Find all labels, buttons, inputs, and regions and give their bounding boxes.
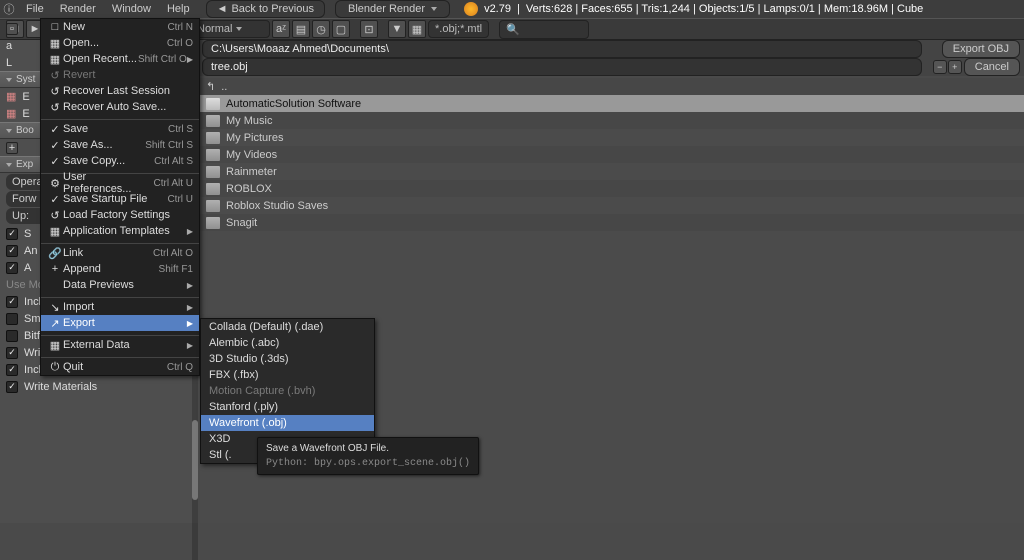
file-menu-item[interactable]: Data Previews▶ — [41, 277, 199, 293]
folder-icon — [206, 132, 220, 144]
folder-row[interactable]: My Videos — [200, 146, 1024, 163]
export-option-row: ✓Write Materials — [0, 378, 198, 395]
blender-icon — [464, 2, 478, 16]
renderer-label: Blender Render — [348, 3, 425, 15]
display-mode-label: Normal — [197, 23, 232, 35]
sort-alpha-button[interactable]: aᶻ — [272, 20, 290, 38]
folder-icon — [206, 200, 220, 212]
folder-row[interactable]: My Music — [200, 112, 1024, 129]
export-menu-item[interactable]: Wavefront (.obj) — [201, 415, 374, 431]
checkbox[interactable]: ✓ — [6, 364, 18, 376]
folder-row[interactable]: ↰.. — [200, 78, 1024, 95]
back-label: Back to Previous — [231, 3, 314, 15]
menu-render[interactable]: Render — [52, 0, 104, 18]
display-mode-dropdown[interactable]: Normal — [190, 20, 270, 38]
file-filter-field[interactable]: *.obj;*.mtl — [428, 20, 489, 38]
filename-input[interactable]: tree.obj — [202, 58, 922, 76]
file-menu-dropdown: □NewCtrl N▦Open...Ctrl O▦Open Recent...S… — [40, 18, 200, 376]
tooltip: Save a Wavefront OBJ File. Python: bpy.o… — [257, 437, 479, 475]
checkbox[interactable]: ✓ — [6, 381, 18, 393]
info-icon[interactable]: ⓘ — [0, 0, 18, 18]
chevron-down-icon — [431, 7, 437, 11]
directory-path-input[interactable]: C:\Users\Moaaz Ahmed\Documents\ — [202, 40, 922, 58]
folder-icon — [206, 183, 220, 195]
file-menu-item[interactable]: ✓SaveCtrl S — [41, 121, 199, 137]
checkbox[interactable] — [6, 330, 18, 342]
file-menu-item[interactable]: ✓Save Startup FileCtrl U — [41, 191, 199, 207]
folder-icon — [206, 217, 220, 229]
filter-button[interactable]: ▼ — [388, 20, 406, 38]
export-menu-item[interactable]: Alembic (.abc) — [201, 335, 374, 351]
checkbox[interactable]: ✓ — [6, 347, 18, 359]
menu-window[interactable]: Window — [104, 0, 159, 18]
version-label: v2.79 — [484, 3, 511, 15]
file-menu-item[interactable]: ↘Import▶ — [41, 299, 199, 315]
folder-icon — [206, 149, 220, 161]
cancel-button[interactable]: Cancel — [964, 58, 1020, 76]
back-icon: ◄ — [217, 3, 228, 15]
checkbox[interactable]: ✓ — [6, 296, 18, 308]
increment-button[interactable]: + — [948, 60, 962, 74]
sort-size-button[interactable]: ▢ — [332, 20, 350, 38]
decrement-button[interactable]: − — [933, 60, 947, 74]
file-menu-item[interactable]: □NewCtrl N — [41, 19, 199, 35]
filter-folder-button[interactable]: ▦ — [408, 20, 426, 38]
checkbox[interactable]: ✓ — [6, 262, 18, 274]
up-icon: ↰ — [206, 80, 215, 93]
render-engine-dropdown[interactable]: Blender Render — [335, 0, 450, 18]
folder-icon — [206, 115, 220, 127]
menu-help[interactable]: Help — [159, 0, 198, 18]
file-menu-item[interactable]: ✓Save Copy...Ctrl Alt S — [41, 153, 199, 169]
folder-row[interactable]: AutomaticSolution Software — [200, 95, 1024, 112]
menu-file[interactable]: File — [18, 0, 52, 18]
top-menu-bar: ⓘ File Render Window Help ◄ Back to Prev… — [0, 0, 1024, 18]
file-menu-item[interactable]: ↺Recover Last Session — [41, 83, 199, 99]
sort-time-button[interactable]: ◷ — [312, 20, 330, 38]
search-icon: 🔍 — [506, 23, 520, 36]
filter-text: *.obj;*.mtl — [435, 23, 482, 35]
export-menu-item[interactable]: Motion Capture (.bvh) — [201, 383, 374, 399]
export-obj-button[interactable]: Export OBJ — [942, 40, 1020, 58]
folder-icon — [206, 166, 220, 178]
folder-row[interactable]: Snagit — [200, 214, 1024, 231]
file-menu-item[interactable]: ▦External Data▶ — [41, 337, 199, 353]
file-menu-item[interactable]: ⏻QuitCtrl Q — [41, 359, 199, 375]
file-menu-item[interactable]: +AppendShift F1 — [41, 261, 199, 277]
folder-row[interactable]: Roblox Studio Saves — [200, 197, 1024, 214]
chevron-down-icon — [236, 27, 242, 31]
file-menu-item[interactable]: ↺Revert — [41, 67, 199, 83]
folder-icon — [206, 98, 220, 110]
file-menu-item[interactable]: 🔗LinkCtrl Alt O — [41, 245, 199, 261]
export-menu-item[interactable]: 3D Studio (.3ds) — [201, 351, 374, 367]
drive-icon: ▫ — [6, 23, 18, 35]
file-menu-item[interactable]: ▦Open...Ctrl O — [41, 35, 199, 51]
search-field[interactable]: 🔍 — [499, 20, 589, 39]
file-menu-item[interactable]: ✓Save As...Shift Ctrl S — [41, 137, 199, 153]
status-bar: v2.79 | Verts:628 | Faces:655 | Tris:1,2… — [464, 2, 923, 16]
stats-label: Verts:628 | Faces:655 | Tris:1,244 | Obj… — [526, 3, 923, 15]
tooltip-title: Save a Wavefront OBJ File. — [266, 443, 470, 458]
export-menu-item[interactable]: FBX (.fbx) — [201, 367, 374, 383]
export-menu-item[interactable]: Stanford (.ply) — [201, 399, 374, 415]
file-menu-item[interactable]: ▦Application Templates▶ — [41, 223, 199, 239]
folder-row[interactable]: My Pictures — [200, 129, 1024, 146]
tooltip-python: Python: bpy.ops.export_scene.obj() — [266, 458, 470, 469]
file-menu-item[interactable]: ↺Recover Auto Save... — [41, 99, 199, 115]
folder-row[interactable]: Rainmeter — [200, 163, 1024, 180]
file-menu-item[interactable]: ↺Load Factory Settings — [41, 207, 199, 223]
file-menu-item[interactable]: ↗Export▶ — [41, 315, 199, 331]
sort-ext-button[interactable]: ▤ — [292, 20, 310, 38]
checkbox[interactable]: ✓ — [6, 228, 18, 240]
checkbox[interactable]: ✓ — [6, 245, 18, 257]
add-bookmark-button[interactable]: + — [6, 142, 18, 154]
folder-row[interactable]: ROBLOX — [200, 180, 1024, 197]
file-menu-item[interactable]: ⚙User Preferences...Ctrl Alt U — [41, 175, 199, 191]
checkbox[interactable] — [6, 313, 18, 325]
back-to-previous-button[interactable]: ◄ Back to Previous — [206, 0, 325, 18]
scrollbar-thumb[interactable] — [192, 420, 198, 500]
file-menu-item[interactable]: ▦Open Recent...Shift Ctrl O▶ — [41, 51, 199, 67]
export-menu-item[interactable]: Collada (Default) (.dae) — [201, 319, 374, 335]
show-hidden-button[interactable]: ⊡ — [360, 20, 378, 38]
